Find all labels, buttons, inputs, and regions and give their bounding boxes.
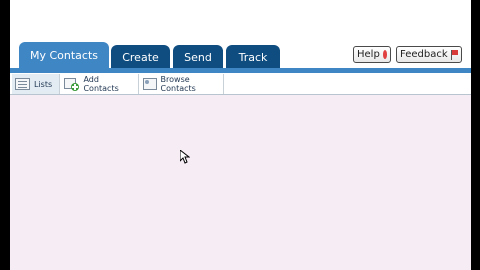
browse-contacts-icon: [143, 78, 157, 90]
subnav-item-lists[interactable]: Lists: [12, 74, 60, 94]
tab-track[interactable]: Track: [226, 45, 280, 69]
feedback-button[interactable]: Feedback: [396, 46, 462, 63]
content-area: [10, 95, 471, 270]
header: My Contacts Create Send Track Help Feedb…: [10, 0, 471, 69]
mouse-cursor-icon: [180, 150, 190, 164]
help-button-label: Help: [357, 49, 380, 60]
subnav-item-browse-contacts[interactable]: Browse Contacts: [140, 74, 224, 94]
subnav-item-label: Add Contacts: [83, 75, 119, 93]
flag-icon: [450, 49, 458, 60]
tab-create[interactable]: Create: [111, 45, 170, 69]
help-button[interactable]: Help: [353, 46, 391, 63]
add-contact-icon: [64, 77, 80, 91]
contacts-subnav: Lists Add Contacts Browse Contacts: [10, 73, 471, 95]
tab-my-contacts[interactable]: My Contacts: [19, 42, 109, 69]
list-icon: [15, 78, 30, 90]
subnav-item-label: Lists: [34, 79, 53, 89]
tab-send[interactable]: Send: [173, 45, 223, 69]
subnav-item-add-contacts[interactable]: Add Contacts: [61, 74, 139, 94]
lifebuoy-icon: [382, 50, 387, 59]
app-window: My Contacts Create Send Track Help Feedb…: [10, 0, 471, 270]
feedback-button-label: Feedback: [400, 49, 448, 60]
subnav-item-label: Browse Contacts: [160, 75, 196, 93]
